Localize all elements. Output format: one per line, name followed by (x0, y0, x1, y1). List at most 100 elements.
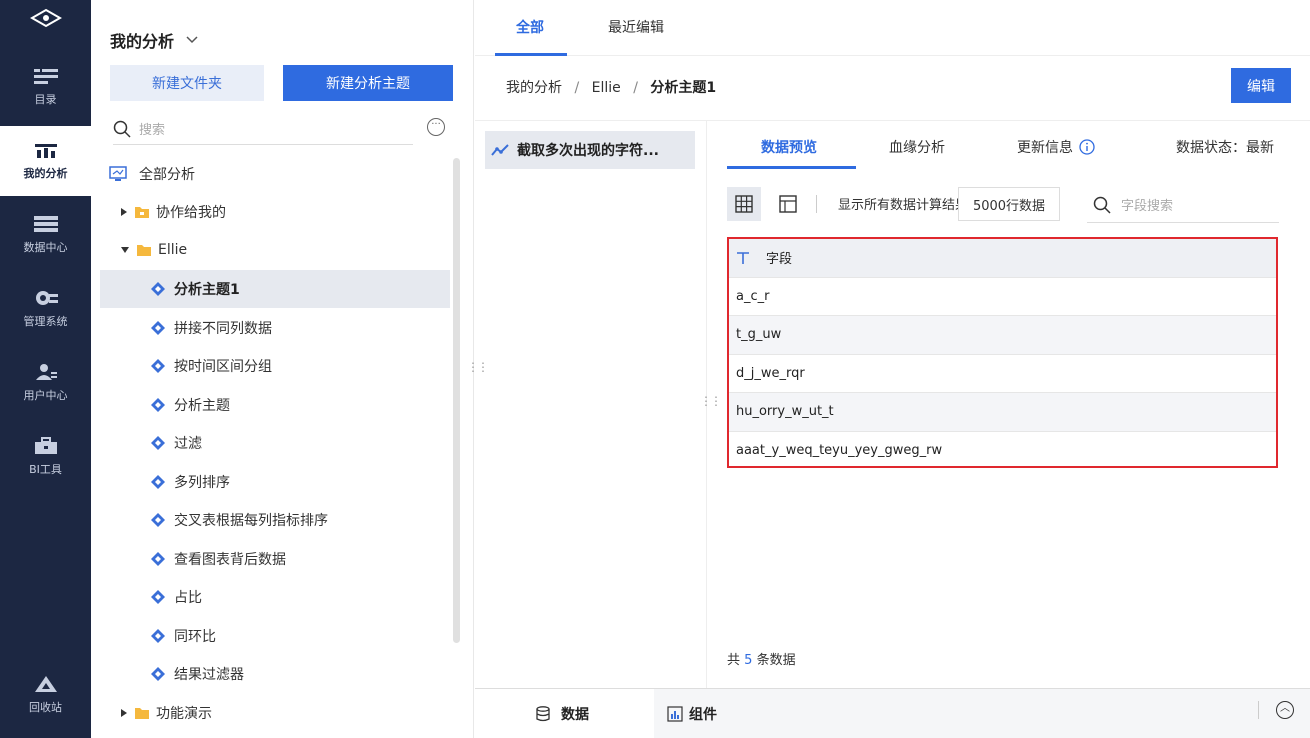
tree-row-label: Ellie (158, 242, 188, 258)
tree-row-folder-demo[interactable]: 功能演示 (100, 694, 450, 732)
tab-components[interactable]: 组件 (667, 689, 717, 738)
folder-icon (135, 708, 149, 719)
tab-lineage[interactable]: 血缘分析 (889, 137, 945, 157)
tree-row-theme[interactable]: 查看图表背后数据 (100, 540, 450, 578)
rail-item-catalog[interactable]: 目录 (0, 52, 91, 122)
tab-recent[interactable]: 最近编辑 (608, 17, 664, 37)
tab-update-info[interactable]: 更新信息 (1017, 137, 1095, 157)
tree-row-label: 交叉表根据每列指标排序 (174, 513, 328, 529)
tree-row-theme[interactable]: 拼接不同列数据 (100, 309, 450, 347)
theme-icon (151, 590, 165, 604)
caret-down-icon (121, 247, 129, 253)
field-search[interactable]: 字段搜索 (1087, 187, 1279, 223)
theme-icon (151, 475, 165, 489)
grid-view-button[interactable] (727, 187, 761, 221)
total-count: 共 5 条数据 (727, 649, 796, 668)
more-options-icon[interactable]: ··· (427, 118, 445, 136)
search-icon (1093, 196, 1111, 214)
tree-row-theme-1[interactable]: 分析主题1 (100, 270, 450, 308)
caret-right-icon (121, 709, 127, 717)
folder-icon (137, 245, 151, 256)
tree-title: 我的分析 (110, 32, 175, 51)
theme-icon (151, 513, 165, 527)
info-icon[interactable] (1079, 139, 1095, 155)
tree-row-label: 分析主题 (174, 398, 230, 414)
tree-row-label: 同环比 (174, 629, 216, 645)
tab-underline (495, 53, 567, 56)
user-icon (33, 363, 59, 381)
chevron-down-icon (186, 36, 198, 44)
theme-icon (151, 552, 165, 566)
breadcrumb-root[interactable]: 我的分析 (506, 80, 562, 96)
rail-item-recycle-bin[interactable]: 回收站 (0, 660, 91, 730)
grid-header: 字段 (729, 239, 1276, 278)
tree-row-shared[interactable]: 协作给我的 (100, 193, 450, 231)
nav-rail: 目录 我的分析 数据中心 管理系统 用户中心 BI工具 回收站 (0, 0, 91, 738)
list-resize-handle[interactable]: ⋮⋮ (700, 394, 722, 408)
bottom-bar: 数据 组件 ︿ (475, 688, 1310, 738)
tree-row-theme[interactable]: 占比 (100, 578, 450, 616)
tree-row-theme[interactable]: 结果过滤器 (100, 655, 450, 693)
rail-item-label: BI工具 (29, 463, 62, 476)
top-tabs: 全部 最近编辑 (475, 0, 1310, 56)
tree-row-theme[interactable]: 过滤 (100, 424, 450, 462)
tree-row-theme[interactable]: 按时间区间分组 (100, 347, 450, 385)
theme-icon (151, 629, 165, 643)
tree-row-theme[interactable]: 分析主题 (100, 386, 450, 424)
field-search-input[interactable]: 字段搜索 (1121, 195, 1173, 214)
tree-title-dropdown[interactable]: 我的分析 (110, 28, 198, 52)
table-row: aaat_y_weq_teyu_yey_gweg_rw (736, 443, 943, 459)
tab-data-preview[interactable]: 数据预览 (761, 137, 817, 157)
tree-search[interactable]: 搜索 (113, 113, 413, 145)
tree-row-theme[interactable]: 交叉表根据每列指标排序 (100, 501, 450, 539)
recycle-icon (33, 675, 59, 693)
tree-row-theme[interactable]: 多列排序 (100, 463, 450, 501)
data-tab-underline (727, 166, 856, 169)
layout-icon (779, 195, 797, 213)
edit-button[interactable]: 编辑 (1231, 68, 1291, 103)
table-row: a_c_r (729, 278, 1276, 316)
total-prefix: 共 (727, 653, 741, 668)
rail-item-label: 回收站 (29, 701, 62, 714)
theme-icon (151, 282, 165, 296)
tree-row-label: 拼接不同列数据 (174, 321, 272, 337)
table-row: d_j_we_rqr (729, 355, 1276, 393)
tree-row-label: 结果过滤器 (174, 667, 244, 683)
main-content: 全部 最近编辑 我的分析 / Ellie / 分析主题1 编辑 截取多次出现的字… (475, 0, 1310, 738)
list-item[interactable]: 截取多次出现的字符... (485, 131, 695, 169)
monitor-icon (109, 166, 127, 181)
grid-icon (735, 195, 753, 213)
rail-item-my-analysis[interactable]: 我的分析 (0, 126, 91, 196)
search-input[interactable]: 搜索 (139, 119, 165, 138)
tree-scrollbar[interactable] (453, 158, 460, 643)
text-type-icon (737, 251, 749, 264)
rail-item-label: 数据中心 (23, 241, 68, 254)
rail-item-admin[interactable]: 管理系统 (0, 274, 91, 344)
new-folder-button[interactable]: 新建文件夹 (110, 65, 264, 101)
data-status: 数据状态：最新 (1176, 140, 1274, 156)
table-row: hu_orry_w_ut_t (729, 393, 1276, 432)
database-icon (536, 705, 550, 721)
data-grid: 字段 a_c_r t_g_uw d_j_we_rqr hu_orry_w_ut_… (727, 237, 1278, 468)
row-count-select[interactable]: 5000行数据 (958, 187, 1060, 221)
tree-row-theme[interactable]: 同环比 (100, 617, 450, 655)
rail-item-user-center[interactable]: 用户中心 (0, 348, 91, 418)
theme-icon (151, 667, 165, 681)
tree-row-label: 协作给我的 (156, 205, 226, 221)
tree-row-folder-ellie[interactable]: Ellie (100, 231, 450, 269)
collapse-icon[interactable]: ︿ (1276, 701, 1294, 719)
tab-all[interactable]: 全部 (516, 17, 544, 37)
tab-data[interactable]: 数据 (475, 689, 654, 738)
divider (1258, 701, 1259, 719)
caret-right-icon (121, 208, 127, 216)
logo[interactable] (0, 0, 91, 35)
sub-panel: 截取多次出现的字符... ⋮⋮ 数据预览 血缘分析 更新信息 数据状态：最新 显… (475, 120, 1310, 689)
new-theme-button[interactable]: 新建分析主题 (283, 65, 453, 101)
breadcrumb-folder[interactable]: Ellie (592, 80, 621, 96)
rail-item-bi-tools[interactable]: BI工具 (0, 422, 91, 492)
rail-item-data-center[interactable]: 数据中心 (0, 200, 91, 270)
tree-row-label: 功能演示 (156, 706, 212, 722)
tree-row-all[interactable]: 全部分析 (100, 155, 450, 193)
layout-view-button[interactable] (771, 187, 805, 221)
total-number: 5 (744, 653, 753, 668)
